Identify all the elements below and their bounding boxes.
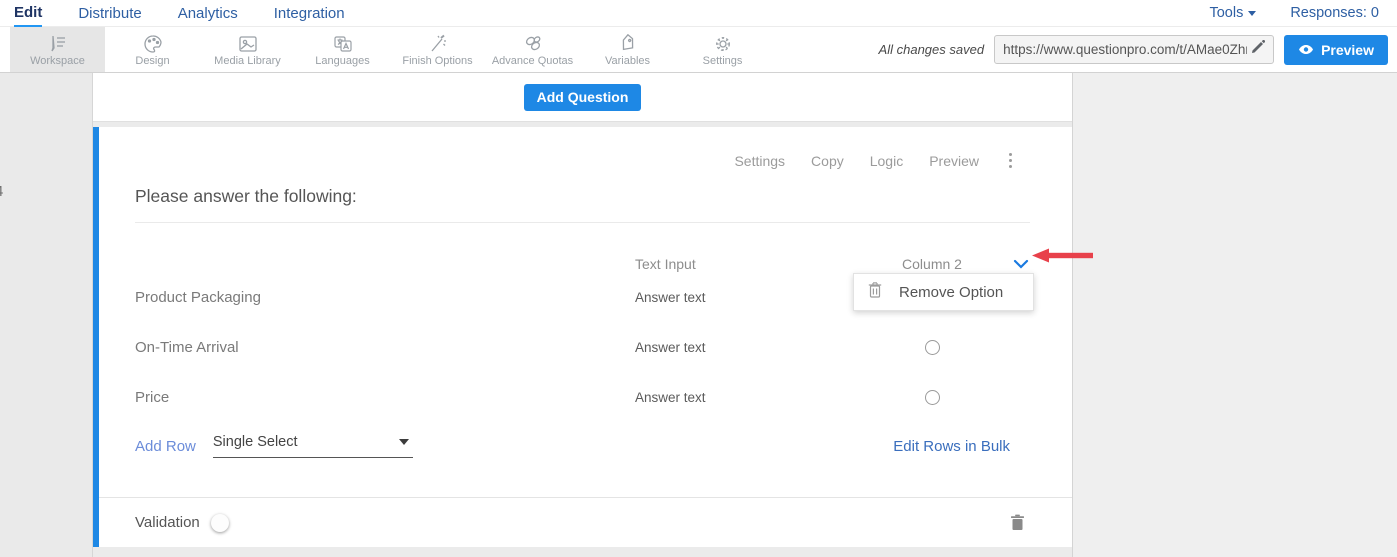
survey-url-input[interactable] [1003, 42, 1247, 57]
top-nav-tabs: Edit Distribute Analytics Integration [14, 0, 345, 27]
add-question-strip: Add Question [93, 73, 1072, 122]
chevron-down-icon [1248, 11, 1256, 16]
toolbar-item-finish-options[interactable]: Finish Options [390, 27, 485, 72]
responses-link[interactable]: Responses: 0 [1290, 5, 1379, 21]
edit-toolbar: Workspace Design Media Library [0, 27, 1397, 73]
column2-menu-chevron-icon[interactable] [1013, 259, 1029, 269]
remove-option-item[interactable]: Remove Option [899, 284, 1003, 301]
edit-url-pencil-icon[interactable] [1251, 40, 1265, 59]
question-index-rail: 4 [0, 73, 93, 557]
translate-icon [332, 34, 354, 54]
survey-url-box [994, 35, 1274, 64]
toolbar-item-label: Languages [315, 55, 369, 67]
survey-editor-column: Add Question Settings Copy Logic Preview… [93, 73, 1073, 557]
eye-icon [1298, 42, 1314, 58]
image-icon [237, 34, 259, 54]
toolbar-item-media-library[interactable]: Media Library [200, 27, 295, 72]
add-row-link[interactable]: Add Row [135, 438, 196, 455]
palette-icon [142, 34, 164, 54]
select-caret-icon [399, 439, 409, 445]
delete-question-trash-icon[interactable] [1010, 514, 1025, 531]
question-number: 4 [0, 183, 3, 200]
row-label[interactable]: Price [135, 389, 635, 406]
tools-menu[interactable]: Tools [1209, 5, 1256, 21]
top-nav: Edit Distribute Analytics Integration To… [0, 0, 1397, 27]
preview-button[interactable]: Preview [1284, 35, 1388, 65]
red-annotation-arrow-icon [1032, 248, 1094, 268]
chain-links-icon [522, 34, 544, 54]
question-preview-link[interactable]: Preview [929, 153, 979, 169]
toolbar-item-label: Settings [703, 55, 743, 67]
add-question-button[interactable]: Add Question [524, 84, 642, 111]
tab-integration[interactable]: Integration [274, 1, 345, 26]
matrix-row: Price Answer text [135, 372, 1030, 422]
matrix-header-row: Text Input Column 2 [135, 223, 1030, 272]
column-header-column2[interactable]: Column 2 [877, 256, 987, 272]
more-options-icon[interactable] [1005, 151, 1016, 170]
toolbar-item-label: Finish Options [402, 55, 472, 67]
toolbar-item-label: Advance Quotas [492, 55, 573, 67]
tab-edit[interactable]: Edit [14, 0, 42, 27]
toolbar-item-design[interactable]: Design [105, 27, 200, 72]
gear-icon [712, 34, 734, 54]
toolbar-item-variables[interactable]: Variables [580, 27, 675, 72]
question-actions: Settings Copy Logic Preview [99, 127, 1072, 170]
validation-bar: Validation [99, 497, 1072, 547]
question-matrix: Text Input Column 2 Product Packaging An… [135, 223, 1030, 458]
question-settings-link[interactable]: Settings [734, 153, 785, 169]
answer-text-field[interactable]: Answer text [635, 290, 877, 305]
row-type-select[interactable]: Single Select [213, 434, 413, 458]
preview-button-label: Preview [1321, 42, 1374, 58]
row-label[interactable]: On-Time Arrival [135, 339, 635, 356]
tab-distribute[interactable]: Distribute [78, 1, 141, 26]
toolbar-item-advance-quotas[interactable]: Advance Quotas [485, 27, 580, 72]
toolbar-item-label: Media Library [214, 55, 281, 67]
radio-button[interactable] [925, 390, 940, 405]
toolbar-item-workspace[interactable]: Workspace [10, 27, 105, 72]
magic-wand-icon [427, 34, 449, 54]
question-card: Settings Copy Logic Preview Please answe… [93, 127, 1072, 547]
right-background [1073, 73, 1397, 557]
row-type-value: Single Select [213, 434, 298, 450]
toolbar-right: All changes saved Preview [879, 27, 1397, 72]
toolbar-item-settings[interactable]: Settings [675, 27, 770, 72]
tag-icon [617, 34, 639, 54]
radio-button[interactable] [925, 340, 940, 355]
column-header-text-input[interactable]: Text Input [635, 256, 877, 272]
remove-option-trash-icon [868, 282, 882, 303]
matrix-footer: Add Row Single Select Edit Rows in Bulk [135, 434, 1030, 458]
question-logic-link[interactable]: Logic [870, 153, 903, 169]
answer-text-field[interactable]: Answer text [635, 340, 877, 355]
question-copy-link[interactable]: Copy [811, 153, 844, 169]
top-nav-right: Tools Responses: 0 [1209, 5, 1383, 21]
answer-text-field[interactable]: Answer text [635, 390, 877, 405]
column-options-menu: Remove Option [853, 273, 1034, 311]
edit-rows-in-bulk-link[interactable]: Edit Rows in Bulk [893, 438, 1010, 455]
toolbar-item-label: Variables [605, 55, 650, 67]
toolbar-item-languages[interactable]: Languages [295, 27, 390, 72]
matrix-row: On-Time Arrival Answer text [135, 322, 1030, 372]
row-label[interactable]: Product Packaging [135, 289, 635, 306]
tab-analytics[interactable]: Analytics [178, 1, 238, 26]
validation-label: Validation [135, 514, 200, 531]
toolbar-item-label: Design [135, 55, 169, 67]
save-status: All changes saved [879, 42, 985, 57]
workspace-icon [47, 34, 69, 54]
tools-label: Tools [1209, 5, 1243, 21]
content-area: 4 Add Question Settings Copy Logic Previ… [0, 73, 1397, 557]
validation-toggle[interactable] [214, 517, 244, 529]
question-title[interactable]: Please answer the following: [135, 186, 1030, 223]
toolbar-item-label: Workspace [30, 55, 85, 67]
